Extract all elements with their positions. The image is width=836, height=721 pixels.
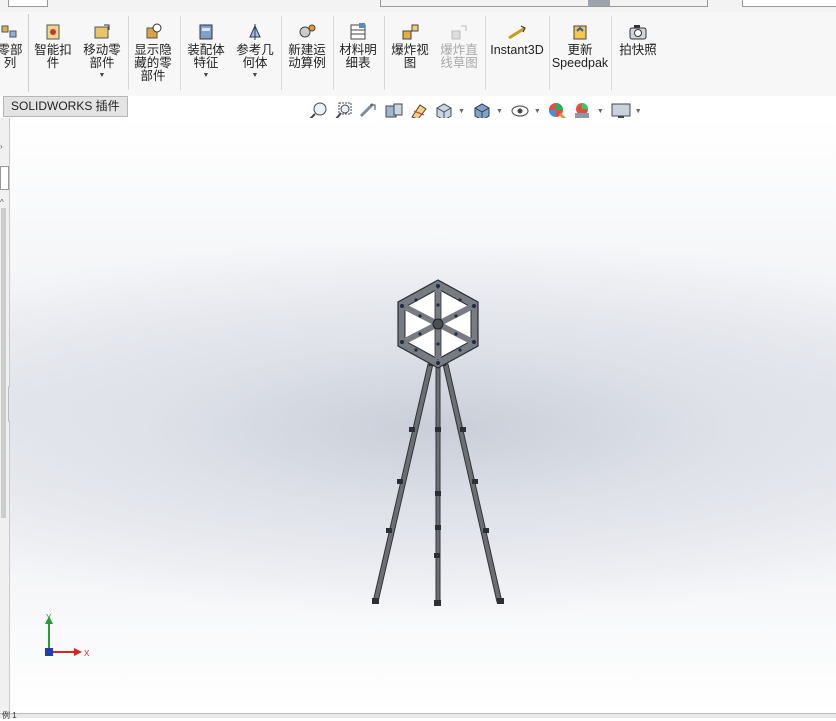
smart-fasteners-label: 智能扣 件 bbox=[34, 43, 72, 70]
view-orientation-dropdown-icon[interactable]: ▼ bbox=[458, 108, 465, 115]
ribbon-separator bbox=[333, 16, 334, 90]
ribbon-separator bbox=[180, 16, 181, 90]
title-bar-segment bbox=[380, 0, 708, 7]
status-bar: 例 1 bbox=[0, 711, 836, 720]
tripod-model[interactable] bbox=[10, 118, 836, 713]
ribbon-divider bbox=[28, 14, 29, 92]
reference-triad: Y X bbox=[45, 613, 90, 658]
ribbon-separator bbox=[281, 16, 282, 90]
new-motion-study-icon bbox=[297, 22, 317, 42]
linear-pattern-label: 零部 列 bbox=[0, 43, 23, 70]
camera-icon bbox=[628, 22, 648, 42]
panel-field[interactable] bbox=[0, 166, 9, 190]
hide-show-items-dropdown-icon[interactable]: ▼ bbox=[534, 108, 541, 115]
title-strip bbox=[0, 0, 836, 12]
expand-arrow-icon[interactable]: › bbox=[0, 142, 7, 156]
scroll-up-icon[interactable]: ^ bbox=[0, 198, 7, 207]
update-speedpak-label: 更新 Speedpak bbox=[551, 43, 609, 70]
ribbon-separator bbox=[128, 16, 129, 90]
linear-pattern-button[interactable]: 零部 列 bbox=[0, 12, 26, 96]
ribbon-separator bbox=[485, 16, 486, 90]
feature-manager-panel-edge[interactable]: › ^ bbox=[0, 118, 19, 717]
triad-x-label: X bbox=[84, 649, 90, 658]
display-style-dropdown-icon[interactable]: ▼ bbox=[496, 108, 503, 115]
panel-scrollbar[interactable] bbox=[1, 208, 6, 518]
reference-geometry-label: 参考几 何体 bbox=[236, 43, 274, 70]
smart-fasteners-icon bbox=[43, 22, 63, 42]
move-component-icon bbox=[92, 22, 112, 42]
instant3d-button[interactable]: Instant3D bbox=[487, 12, 547, 96]
smart-fasteners-button[interactable]: 智能扣 件 bbox=[30, 12, 76, 96]
move-component-dropdown-icon[interactable]: ▼ bbox=[99, 72, 106, 79]
assembly-features-button[interactable]: 装配体 特征 ▼ bbox=[182, 12, 230, 96]
move-component-label: 移动零 部件 bbox=[83, 43, 121, 70]
reference-geometry-button[interactable]: 参考几 何体 ▼ bbox=[232, 12, 278, 96]
show-hidden-components-icon bbox=[143, 22, 163, 42]
hexagon-frame bbox=[397, 279, 479, 369]
instant3d-icon bbox=[507, 22, 527, 42]
instant3d-label: Instant3D bbox=[490, 43, 544, 57]
assembly-features-label: 装配体 特征 bbox=[187, 43, 225, 70]
explode-line-sketch-icon bbox=[449, 22, 469, 42]
ribbon-separator bbox=[611, 16, 612, 90]
exploded-view-icon bbox=[400, 22, 420, 42]
move-component-button[interactable]: 移动零 部件 ▼ bbox=[78, 12, 126, 96]
show-hidden-components-button[interactable]: 显示隐 藏的零 部件 bbox=[130, 12, 176, 96]
assembly-features-dropdown-icon[interactable]: ▼ bbox=[203, 72, 210, 79]
explode-line-sketch-label: 爆炸直 线草图 bbox=[440, 43, 478, 70]
triad-y-label: Y bbox=[46, 613, 52, 622]
take-snapshot-label: 拍快照 bbox=[619, 43, 657, 57]
bill-of-materials-button[interactable]: 材料明 细表 bbox=[335, 12, 381, 96]
bill-of-materials-icon bbox=[348, 22, 368, 42]
title-bar-button[interactable] bbox=[588, 0, 610, 6]
tab-solidworks-addins[interactable]: SOLIDWORKS 插件 bbox=[3, 96, 128, 117]
ribbon-separator bbox=[384, 16, 385, 90]
update-speedpak-button[interactable]: 更新 Speedpak bbox=[551, 12, 609, 96]
new-motion-study-label: 新建运 动算例 bbox=[288, 43, 326, 70]
exploded-view-button[interactable]: 爆炸视 图 bbox=[386, 12, 434, 96]
bill-of-materials-label: 材料明 细表 bbox=[339, 43, 377, 70]
linear-pattern-icon bbox=[0, 22, 20, 42]
explode-line-sketch-button[interactable]: 爆炸直 线草图 bbox=[436, 12, 482, 96]
search-commands-field[interactable] bbox=[742, 0, 836, 7]
command-manager-ribbon: 零部 列 智能扣 件 移动零 部件 ▼ 显示隐 藏的零 部件 装配体 特征 ▼ … bbox=[0, 12, 836, 97]
reference-geometry-icon bbox=[245, 22, 265, 42]
exploded-view-label: 爆炸视 图 bbox=[391, 43, 429, 70]
graphics-viewport[interactable]: Y X bbox=[10, 118, 836, 713]
ribbon-separator bbox=[549, 16, 550, 90]
apply-scene-dropdown-icon[interactable]: ▼ bbox=[597, 108, 604, 115]
assembly-features-icon bbox=[196, 22, 216, 42]
take-snapshot-button[interactable]: 拍快照 bbox=[613, 12, 663, 96]
tripod-legs bbox=[372, 363, 503, 605]
status-text: 例 1 bbox=[2, 711, 17, 720]
update-speedpak-icon bbox=[570, 22, 590, 42]
view-settings-dropdown-icon[interactable]: ▼ bbox=[635, 108, 642, 115]
title-field[interactable] bbox=[8, 0, 48, 7]
reference-geometry-dropdown-icon[interactable]: ▼ bbox=[252, 72, 259, 79]
new-motion-study-button[interactable]: 新建运 动算例 bbox=[283, 12, 331, 96]
show-hidden-components-label: 显示隐 藏的零 部件 bbox=[134, 43, 172, 83]
